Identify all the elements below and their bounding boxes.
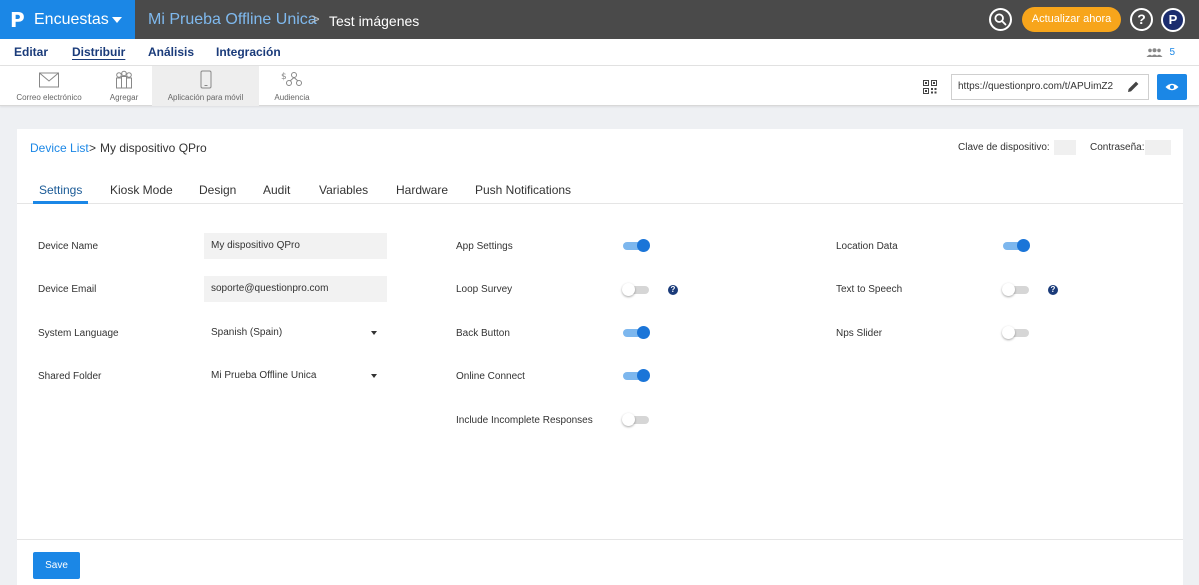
survey-title-link[interactable]: Mi Prueba Offline Unica xyxy=(148,11,317,29)
tab-hardware[interactable]: Hardware xyxy=(396,183,448,197)
nav-editar[interactable]: Editar xyxy=(14,45,48,59)
search-icon xyxy=(994,13,1007,26)
svg-text:$: $ xyxy=(281,72,287,82)
folder-title: Test imágenes xyxy=(329,13,420,29)
text-to-speech-toggle[interactable] xyxy=(1002,283,1030,296)
loop-survey-help-icon[interactable]: ? xyxy=(668,285,678,295)
loop-survey-label: Loop Survey xyxy=(456,284,513,295)
app-settings-toggle[interactable] xyxy=(622,239,650,252)
text-to-speech-label: Text to Speech xyxy=(836,284,903,295)
subnav-audiencia-label: Audiencia xyxy=(274,93,310,102)
subnav-mobile-app-label: Aplicación para móvil xyxy=(167,93,244,102)
account-button[interactable]: P xyxy=(1161,8,1185,32)
survey-url-text: https://questionpro.com/t/APUimZ2 xyxy=(958,81,1114,92)
nav-integracion[interactable]: Integración xyxy=(216,45,281,59)
system-language-label: System Language xyxy=(38,328,119,339)
location-data-label: Location Data xyxy=(836,241,898,252)
nps-slider-toggle[interactable] xyxy=(1002,326,1030,339)
include-incomplete-toggle[interactable] xyxy=(622,413,650,426)
nps-slider-label: Nps Slider xyxy=(836,328,883,339)
mobile-icon xyxy=(200,70,211,89)
active-tab-indicator xyxy=(33,201,88,204)
tab-design[interactable]: Design xyxy=(199,183,236,197)
breadcrumb-separator: > xyxy=(311,11,320,28)
subnav-audiencia[interactable]: $ Audiencia xyxy=(268,66,316,106)
survey-url-field[interactable]: https://questionpro.com/t/APUimZ2 xyxy=(951,74,1149,100)
password-label: Contraseña: xyxy=(1090,142,1145,153)
pencil-icon[interactable] xyxy=(1127,80,1140,93)
tab-kiosk-mode[interactable]: Kiosk Mode xyxy=(110,183,173,197)
upgrade-button[interactable]: Actualizar ahora xyxy=(1022,7,1121,32)
envelope-icon xyxy=(39,72,59,88)
search-button[interactable] xyxy=(989,8,1012,31)
loop-survey-toggle[interactable] xyxy=(622,283,650,296)
device-key-label: Clave de dispositivo: xyxy=(958,142,1050,153)
location-data-toggle[interactable] xyxy=(1002,239,1030,252)
shared-folder-select[interactable]: Mi Prueba Offline Unica xyxy=(204,366,387,388)
tab-audit[interactable]: Audit xyxy=(263,183,290,197)
help-button[interactable]: ? xyxy=(1130,8,1153,31)
device-key-value xyxy=(1054,140,1076,155)
shared-folder-label: Shared Folder xyxy=(38,371,102,382)
tab-push-notifications[interactable]: Push Notifications xyxy=(475,183,571,197)
subnav-mobile-app[interactable]: Aplicación para móvil xyxy=(152,66,259,106)
caret-down-icon xyxy=(112,17,122,23)
device-name-label: Device Name xyxy=(38,241,99,252)
device-email-label: Device Email xyxy=(38,284,97,295)
include-incomplete-label: Include Incomplete Responses xyxy=(456,415,593,426)
subnav-email[interactable]: Correo electrónico xyxy=(8,66,90,106)
subnav-agregar-label: Agregar xyxy=(109,93,139,102)
subnav-agregar[interactable]: Agregar xyxy=(104,66,144,106)
audience-icon: $ xyxy=(281,72,302,86)
nav-analisis[interactable]: Análisis xyxy=(148,45,194,59)
users-icon xyxy=(1146,48,1163,57)
nav-distribuir[interactable]: Distribuir xyxy=(72,45,125,59)
users-count-value: 5 xyxy=(1169,47,1175,58)
system-language-value: Spanish (Spain) xyxy=(211,327,283,338)
device-email-input[interactable]: soporte@questionpro.com xyxy=(204,276,387,302)
system-language-select[interactable]: Spanish (Spain) xyxy=(204,323,387,345)
device-name-input[interactable]: My dispositivo QPro xyxy=(204,233,387,259)
eye-icon xyxy=(1165,83,1179,91)
text-to-speech-help-icon[interactable]: ? xyxy=(1048,285,1058,295)
questionpro-logo: P xyxy=(10,8,25,32)
product-switcher[interactable]: P Encuestas xyxy=(0,0,135,39)
save-button[interactable]: Save xyxy=(33,552,80,579)
card-header: Device List > My dispositivo QPro Clave … xyxy=(17,129,1183,204)
dropdown-arrow-icon xyxy=(371,331,377,335)
qr-code-icon[interactable] xyxy=(923,80,937,94)
main-nav: Editar Distribuir Análisis Integración 5 xyxy=(0,39,1199,66)
people-icon xyxy=(116,70,132,89)
tab-variables[interactable]: Variables xyxy=(319,183,368,197)
subnav-email-label: Correo electrónico xyxy=(16,93,82,102)
device-name-heading: My dispositivo QPro xyxy=(100,141,207,155)
password-value xyxy=(1145,140,1171,155)
tab-settings[interactable]: Settings xyxy=(39,183,82,197)
back-button-toggle[interactable] xyxy=(622,326,650,339)
preview-button[interactable] xyxy=(1157,74,1187,100)
online-connect-toggle[interactable] xyxy=(622,369,650,382)
back-button-label: Back Button xyxy=(456,328,510,339)
breadcrumb-separator: > xyxy=(89,141,97,155)
collaborators-indicator[interactable]: 5 xyxy=(1146,47,1175,58)
shared-folder-value: Mi Prueba Offline Unica xyxy=(211,370,317,381)
device-list-link[interactable]: Device List xyxy=(30,141,89,155)
dropdown-arrow-icon xyxy=(371,374,377,378)
app-settings-label: App Settings xyxy=(456,241,513,252)
online-connect-label: Online Connect xyxy=(456,371,525,382)
product-name: Encuestas xyxy=(34,11,109,28)
top-bar: P Encuestas Mi Prueba Offline Unica > Te… xyxy=(0,0,1199,39)
device-settings-card: Device List > My dispositivo QPro Clave … xyxy=(17,129,1183,585)
card-footer-divider xyxy=(17,539,1183,540)
